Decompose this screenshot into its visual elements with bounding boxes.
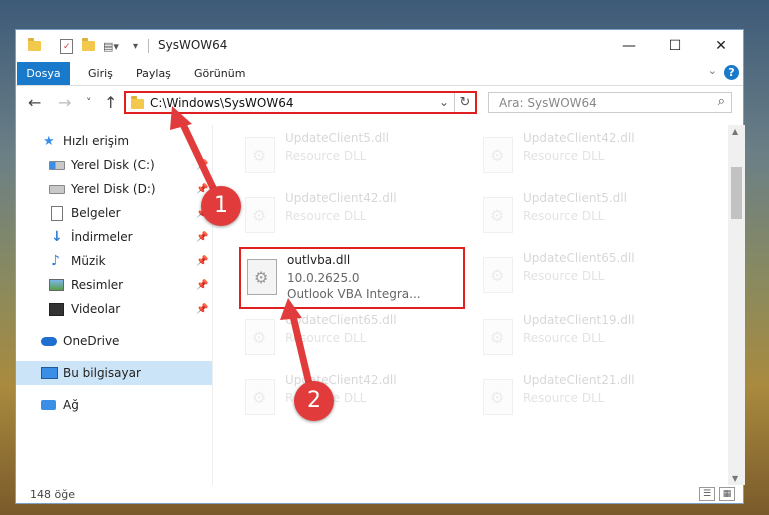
annotation-arrows <box>170 106 314 392</box>
arrow-head-2 <box>280 298 302 320</box>
arrow-head-1 <box>170 106 192 130</box>
arrow-to-file <box>288 308 314 392</box>
arrow-to-address-bar <box>176 114 219 196</box>
step-1-callout: 1 <box>201 186 241 226</box>
step-2-callout: 2 <box>294 381 334 421</box>
